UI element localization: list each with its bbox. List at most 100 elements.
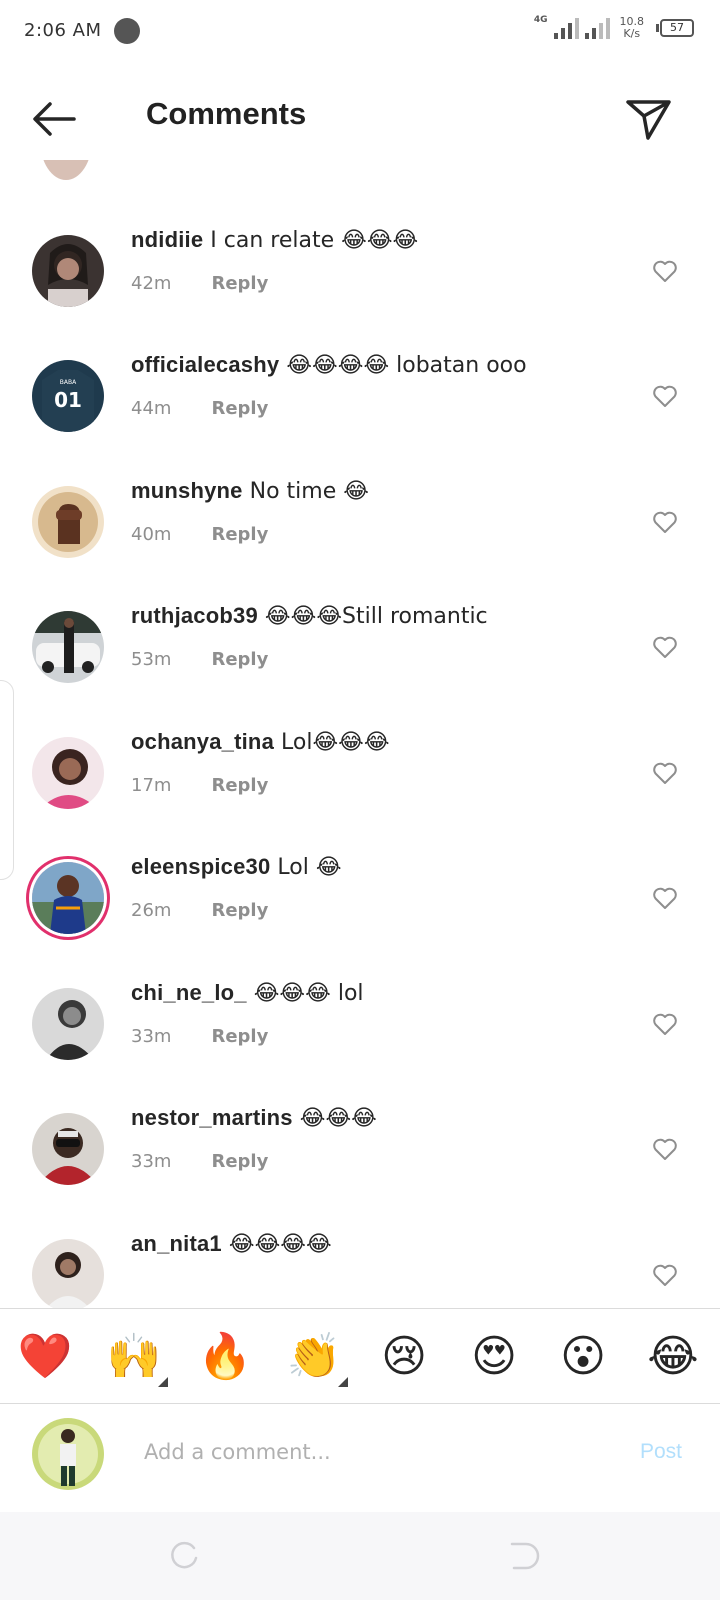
reaction-surprised-button[interactable]: 😮 (553, 1329, 613, 1385)
reaction-crying-button[interactable]: 😢 (374, 1329, 434, 1385)
heart-icon (653, 1138, 677, 1160)
reply-button[interactable]: Reply (211, 273, 268, 294)
clap-emoji: 👏 (286, 1331, 342, 1382)
battery-icon: 57 (656, 19, 694, 37)
reply-button[interactable]: Reply (211, 900, 268, 921)
paper-plane-icon (626, 100, 671, 140)
like-button[interactable] (652, 1137, 678, 1161)
comment-body: I can relate 😂😂😂 (210, 228, 419, 253)
reply-button[interactable]: Reply (211, 649, 268, 670)
like-button[interactable] (652, 886, 678, 910)
post-button[interactable]: Post (640, 1440, 682, 1464)
status-indicators: 4G 10.8 K/s 57 (533, 15, 694, 40)
like-button[interactable] (652, 1263, 678, 1287)
reaction-heart-button[interactable]: ❤️ (15, 1329, 75, 1385)
status-time: 2:06 AM (24, 20, 102, 41)
avatar[interactable]: 01 BABA (32, 360, 104, 432)
reply-button[interactable]: Reply (211, 1151, 268, 1172)
heart-icon (653, 1264, 677, 1286)
comment-username[interactable]: chi_ne_lo_ (131, 980, 247, 1005)
back-nav-button[interactable] (508, 1540, 540, 1572)
comment-username[interactable]: munshyne (131, 478, 243, 503)
comments-list[interactable]: ndidiie I can relate 😂😂😂 42m Reply 01 BABA… (0, 160, 720, 1308)
like-button[interactable] (652, 761, 678, 785)
comment-username[interactable]: ruthjacob39 (131, 603, 258, 628)
comment-body: 😂😂😂😂 (228, 1232, 332, 1257)
like-button[interactable] (652, 384, 678, 408)
comment-meta: 40m Reply (131, 524, 268, 545)
comment-username[interactable]: ochanya_tina (131, 729, 274, 754)
heart-icon (653, 636, 677, 658)
comment-input[interactable] (144, 1432, 604, 1472)
avatar[interactable] (32, 1239, 104, 1308)
comment-time: 40m (131, 524, 172, 545)
comment-body: 😂😂😂 lol (253, 981, 364, 1006)
edge-panel-handle[interactable] (0, 680, 14, 880)
comment-username[interactable]: eleenspice30 (131, 854, 270, 879)
heart-icon (653, 1013, 677, 1035)
reaction-fire-button[interactable]: 🔥 (195, 1329, 255, 1385)
like-button[interactable] (652, 635, 678, 659)
header: Comments (0, 84, 720, 156)
heart-icon (653, 511, 677, 533)
comment-text: munshyne No time 😂 (131, 478, 369, 504)
like-button[interactable] (652, 510, 678, 534)
emoji-reaction-bar: ❤️ 🙌 🔥 👏 😢 😍 😮 😂 (0, 1308, 720, 1404)
comment-username[interactable]: officialecashy (131, 352, 279, 377)
notification-dot-icon (114, 18, 140, 44)
network-type: 4G (533, 15, 548, 25)
raised-hands-emoji: 🙌 (106, 1331, 162, 1382)
comment-item: ruthjacob39 😂😂😂Still romantic 53m Reply (0, 603, 720, 721)
skin-tone-indicator-icon (158, 1377, 168, 1387)
recents-icon (171, 1541, 198, 1569)
avatar[interactable] (32, 611, 104, 683)
comment-item: munshyne No time 😂 40m Reply (0, 478, 720, 596)
recents-button[interactable] (168, 1540, 200, 1572)
avatar[interactable] (32, 235, 104, 307)
comment-time: 17m (131, 775, 172, 796)
back-button[interactable] (28, 96, 80, 142)
avatar[interactable] (32, 988, 104, 1060)
network-speed: 10.8 K/s (620, 16, 645, 40)
avatar[interactable] (40, 160, 92, 180)
comment-time: 53m (131, 649, 172, 670)
share-button[interactable] (624, 94, 674, 144)
reply-button[interactable]: Reply (211, 1026, 268, 1047)
heart-icon (653, 385, 677, 407)
comment-username[interactable]: an_nita1 (131, 1231, 222, 1256)
avatar[interactable] (32, 1113, 104, 1185)
heart-icon (653, 887, 677, 909)
reaction-heart-eyes-button[interactable]: 😍 (464, 1329, 524, 1385)
reaction-clap-button[interactable]: 👏 (284, 1329, 348, 1387)
comment-meta: 33m Reply (131, 1026, 268, 1047)
comment-text: ruthjacob39 😂😂😂Still romantic (131, 603, 488, 629)
comment-text: chi_ne_lo_ 😂😂😂 lol (131, 980, 364, 1006)
heart-icon (653, 260, 677, 282)
status-bar: 2:06 AM 4G 10.8 K/s 57 (0, 0, 720, 64)
comment-body: No time 😂 (249, 479, 369, 504)
comment-time: 33m (131, 1026, 172, 1047)
comment-meta: 26m Reply (131, 900, 268, 921)
reply-button[interactable]: Reply (211, 775, 268, 796)
comment-username[interactable]: nestor_martins (131, 1105, 293, 1130)
comment-text: ndidiie I can relate 😂😂😂 (131, 227, 418, 253)
reply-button[interactable]: Reply (211, 398, 268, 419)
avatar-story-ring[interactable] (32, 862, 104, 934)
comment-meta: 33m Reply (131, 1151, 268, 1172)
reply-button[interactable]: Reply (211, 524, 268, 545)
arrow-left-icon (33, 102, 76, 136)
comment-username[interactable]: ndidiie (131, 227, 203, 252)
system-nav-bar (0, 1512, 720, 1600)
comment-meta: 42m Reply (131, 273, 268, 294)
avatar[interactable] (32, 486, 104, 558)
comment-time: 33m (131, 1151, 172, 1172)
comment-meta: 44m Reply (131, 398, 268, 419)
reaction-raised-hands-button[interactable]: 🙌 (104, 1329, 168, 1387)
like-button[interactable] (652, 1012, 678, 1036)
my-avatar (32, 1418, 104, 1490)
comment-item: ochanya_tina Lol😂😂😂 17m Reply (0, 729, 720, 847)
like-button[interactable] (652, 259, 678, 283)
reaction-laughing-button[interactable]: 😂 (643, 1329, 703, 1385)
battery-level: 57 (660, 19, 694, 37)
avatar[interactable] (32, 737, 104, 809)
